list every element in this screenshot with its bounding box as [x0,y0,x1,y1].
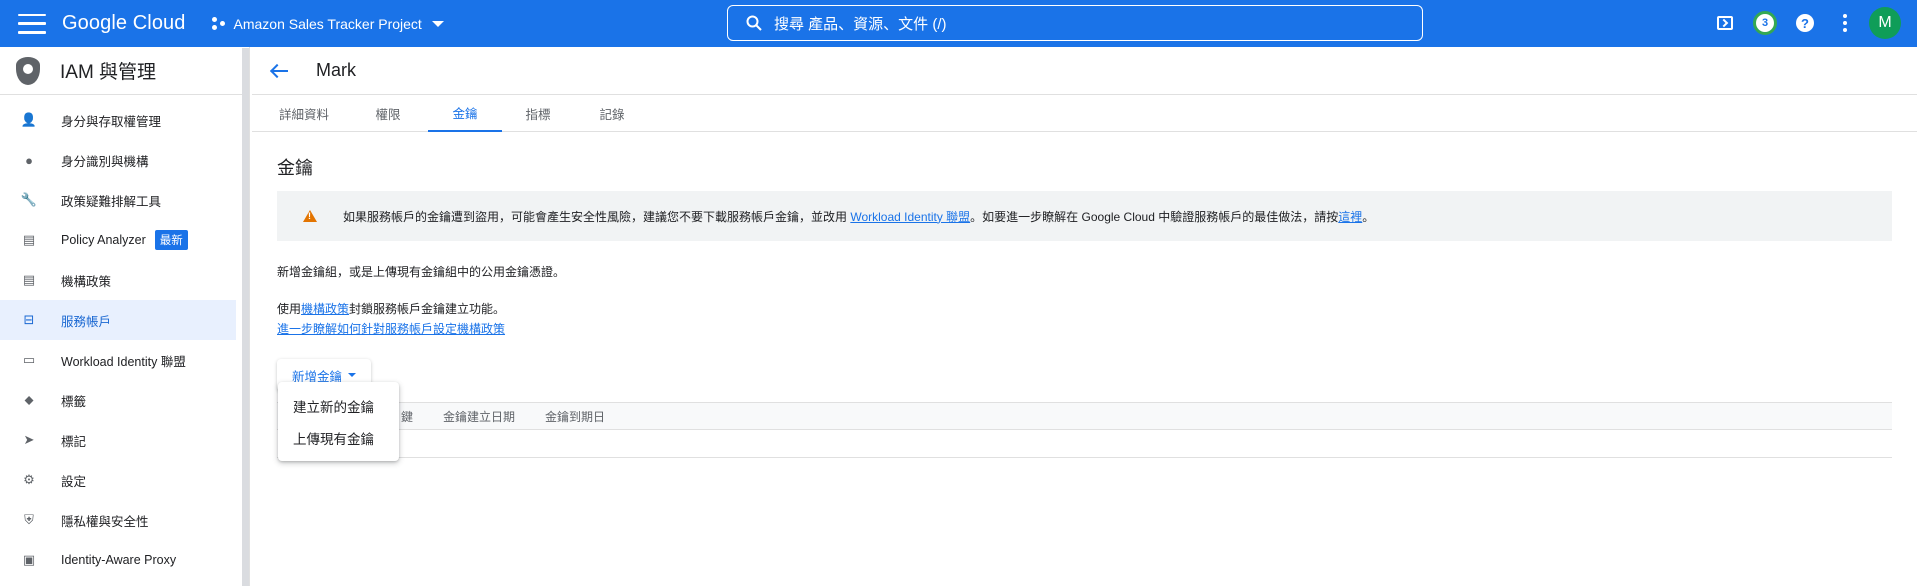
chevron-down-icon [431,20,444,27]
notifications-button[interactable]: 3 [1745,7,1785,39]
sidebar-item-label: 政策疑難排解工具 [61,194,162,209]
menu-icon[interactable] [18,13,46,34]
org-policy-learn-link[interactable]: 進一步瞭解如何針對服務帳戶設定機構政策 [277,322,505,336]
column-header-key[interactable]: 鍵 [401,408,413,425]
sidebar-nav: 👤 身分與存取權管理 ● 身分識別與機構 🔧 政策疑難排解工具 ▤ Policy Analyz… [0,95,249,580]
sidebar-scrollbar[interactable] [242,48,249,586]
org-policy-text: 封鎖服務帳戶金鑰建立功能。 [349,302,506,316]
top-app-bar: Google Cloud Amazon Sales Tracker Projec… [0,0,1917,47]
project-selector[interactable]: Amazon Sales Tracker Project [211,15,444,32]
help-button[interactable]: ? [1785,7,1825,39]
help-icon: ? [1796,14,1814,32]
tab-bar: 詳細資料 權限 金鑰 指標 記錄 [252,95,1917,132]
project-name: Amazon Sales Tracker Project [233,15,422,32]
policy-analyzer-icon: ▤ [22,232,36,247]
project-dots-icon [211,16,226,31]
list-alt-icon: ▤ [22,272,36,287]
account-circle-icon: ● [25,152,33,168]
cloud-shell-button[interactable] [1705,7,1745,39]
id-card-icon: ▭ [22,352,36,367]
sidebar-item-label: Workload Identity 聯盟 [61,354,186,369]
service-account-icon: ⊟ [23,312,35,327]
terminal-icon [1717,16,1733,30]
main-content: Mark 詳細資料 權限 金鑰 指標 記錄 金鑰 如果服務帳戶的金鑰遭到盜用，可… [252,47,1917,586]
back-arrow-icon[interactable] [270,63,290,79]
warning-text: 如果服務帳戶的金鑰遭到盜用，可能會產生安全性風險，建議您不要下載服務帳戶金鑰，並… [343,208,1374,225]
tab-metrics[interactable]: 指標 [518,95,558,132]
sidebar-item[interactable]: ➤ 標記 [0,420,249,460]
org-policy-link[interactable]: 機構政策 [301,302,349,316]
column-header-expiry[interactable]: 金鑰到期日 [545,408,605,425]
org-policy-note: 使用機構政策封鎖服務帳戶金鑰建立功能。 進一步瞭解如何針對服務帳戶設定機構政策 [277,299,1892,339]
column-header-created[interactable]: 金鑰建立日期 [443,408,515,425]
proxy-icon: ▣ [22,552,36,567]
warning-banner: 如果服務帳戶的金鑰遭到盜用，可能會產生安全性風險，建議您不要下載服務帳戶金鑰，並… [277,191,1892,241]
more-options-button[interactable] [1825,7,1865,39]
sidebar-item[interactable]: ▭ Workload Identity 聯盟 [0,340,249,380]
sidebar-item[interactable]: ▤ Policy Analyzer 最新 [0,220,249,260]
search-icon [746,15,762,31]
section-title: 金鑰 [277,158,313,178]
sidebar-item-label: 標籤 [61,394,87,409]
sidebar-item[interactable]: ⚙ 設定 [0,460,249,500]
add-key-menu: 建立新的金鑰 上傳現有金鑰 [278,382,399,461]
arrow-drop-down-icon [348,373,356,377]
learn-more-link[interactable]: 這裡 [1338,210,1362,224]
warning-text-part: 如果服務帳戶的金鑰遭到盜用，可能會產生安全性風險，建議您不要下載服務帳戶金鑰，並… [343,209,851,224]
more-vert-icon [1843,14,1847,32]
warning-icon [303,210,317,222]
sidebar-item-label: 設定 [61,474,87,489]
menu-item-create-key[interactable]: 建立新的金鑰 [278,390,399,422]
tag-icon: ⬥ [24,392,34,407]
sidebar-item-label: 身分識別與機構 [61,154,149,169]
notification-count-badge: 3 [1753,11,1777,35]
page-header: Mark [252,47,1917,95]
sidebar-item[interactable]: ⛨ 隱私權與安全性 [0,500,249,540]
google-cloud-logo[interactable]: Google Cloud [62,12,186,35]
sidebar-item[interactable]: ⊟ 服務帳戶 [0,300,236,340]
sidebar-item[interactable]: 🔧 政策疑難排解工具 [0,180,249,220]
gear-icon: ⚙ [23,472,35,487]
sidebar-item-label: 服務帳戶 [61,314,112,329]
sidebar-item-label: Policy Analyzer [61,233,146,247]
avatar[interactable]: M [1869,7,1901,39]
wrench-icon: 🔧 [20,192,38,207]
tab-permissions[interactable]: 權限 [368,95,408,132]
tab-keys[interactable]: 金鑰 [428,95,502,132]
sidebar: IAM 與管理 👤 身分與存取權管理 ● 身分識別與機構 🔧 政策疑難排解工具 ▤ Polic… [0,47,250,586]
sidebar-item-label: 標記 [61,434,87,449]
iam-shield-icon [16,56,40,85]
search-placeholder: 搜尋 產品、資源、文件 (/) [774,15,947,33]
sidebar-item-label: 隱私權與安全性 [61,514,149,529]
shield-icon: ⛨ [24,512,34,527]
search-bar[interactable]: 搜尋 產品、資源、文件 (/) [727,5,1423,41]
sidebar-item-label: 身分與存取權管理 [61,114,162,129]
tab-logs[interactable]: 記錄 [592,95,632,132]
warning-text-part: 。如要進一步瞭解在 Google Cloud 中驗證服務帳戶的最佳做法，請按 [970,209,1339,224]
sidebar-header: IAM 與管理 [0,47,249,95]
tab-details[interactable]: 詳細資料 [277,95,331,132]
keys-description: 新增金鑰組，或是上傳現有金鑰組中的公用金鑰憑證。 [277,265,566,279]
sidebar-item[interactable]: ▤ 機構政策 [0,260,249,300]
org-policy-text: 使用 [277,302,302,316]
keys-table-header: 鍵 金鑰建立日期 金鑰到期日 [277,402,1892,430]
sidebar-item-label: Identity-Aware Proxy [61,553,177,567]
warning-text-part: 。 [1362,209,1375,224]
sidebar-item-label: 機構政策 [61,274,112,289]
sidebar-item[interactable]: 👤 身分與存取權管理 [0,100,249,140]
workload-identity-link[interactable]: Workload Identity 聯盟 [850,210,970,224]
sidebar-title: IAM 與管理 [60,62,157,83]
sidebar-item[interactable]: ● 身分識別與機構 [0,140,249,180]
person-add-icon: 👤 [20,112,38,127]
menu-item-upload-key[interactable]: 上傳現有金鑰 [278,422,399,454]
page-title: Mark [316,60,356,80]
label-icon: ➤ [23,432,35,447]
sidebar-item[interactable]: ▣ Identity-Aware Proxy [0,540,249,580]
keys-table-body [277,430,1892,458]
new-badge: 最新 [154,230,188,250]
sidebar-item[interactable]: ⬥ 標籤 [0,380,249,420]
